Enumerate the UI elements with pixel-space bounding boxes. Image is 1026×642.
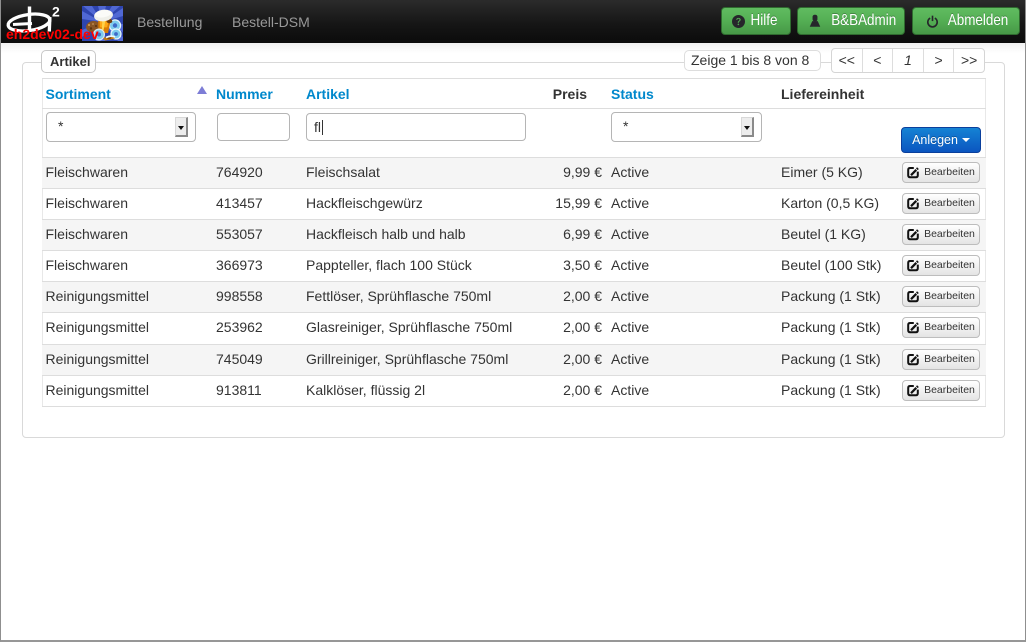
svg-text:2: 2 [52, 4, 60, 20]
